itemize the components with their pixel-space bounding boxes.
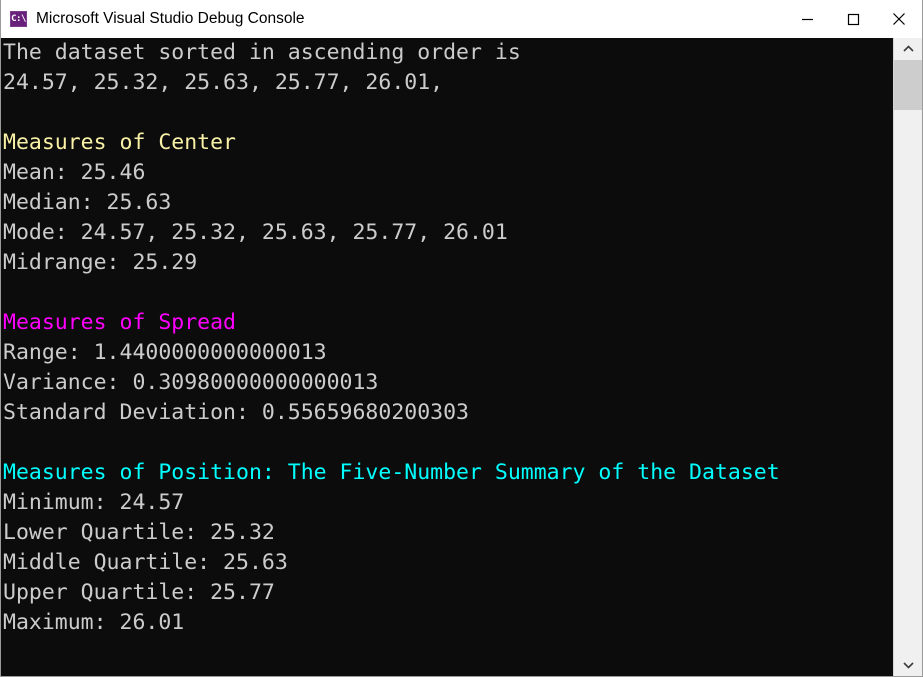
console-window: C:\ Microsoft Visual Studio Debug Consol… xyxy=(0,0,923,677)
scroll-up-button[interactable] xyxy=(894,38,922,60)
console-line: Midrange: 25.29 xyxy=(3,250,198,275)
close-button[interactable] xyxy=(876,0,922,38)
vertical-scrollbar[interactable] xyxy=(893,38,922,676)
console-line: Measures of Position: The Five-Number Su… xyxy=(3,460,780,485)
maximize-icon xyxy=(847,13,859,25)
console-line: Mean: 25.46 xyxy=(3,160,146,185)
console-line: Variance: 0.30980000000000013 xyxy=(3,370,379,395)
console-line: Range: 1.4400000000000013 xyxy=(3,340,327,365)
console-line: Maximum: 26.01 xyxy=(3,610,185,635)
window-controls xyxy=(784,0,922,38)
console-line: Standard Deviation: 0.55659680200303 xyxy=(3,400,469,425)
console-line: Minimum: 24.57 xyxy=(3,490,185,515)
chevron-down-icon xyxy=(902,662,914,669)
console-line: Middle Quartile: 25.63 xyxy=(3,550,288,575)
scroll-down-button[interactable] xyxy=(894,654,922,676)
console-line: 24.57, 25.32, 25.63, 25.77, 26.01, xyxy=(3,70,444,95)
console-app-icon: C:\ xyxy=(10,11,27,27)
console-line: Median: 25.63 xyxy=(3,190,172,215)
minimize-button[interactable] xyxy=(784,0,830,38)
console-line: Mode: 24.57, 25.32, 25.63, 25.77, 26.01 xyxy=(3,220,508,245)
console-app-icon-label: C:\ xyxy=(11,13,26,24)
scrollbar-thumb[interactable] xyxy=(894,60,922,110)
console-line: The dataset sorted in ascending order is xyxy=(3,40,521,65)
minimize-icon xyxy=(801,18,813,20)
maximize-button[interactable] xyxy=(830,0,876,38)
console-body: The dataset sorted in ascending order is… xyxy=(1,38,922,676)
chevron-up-icon xyxy=(902,45,914,52)
console-line: Measures of Center xyxy=(3,130,236,155)
title-bar-left: C:\ Microsoft Visual Studio Debug Consol… xyxy=(1,11,784,27)
console-line: Upper Quartile: 25.77 xyxy=(3,580,275,605)
title-bar[interactable]: C:\ Microsoft Visual Studio Debug Consol… xyxy=(1,0,922,38)
window-title: Microsoft Visual Studio Debug Console xyxy=(36,10,305,28)
scrollbar-track[interactable] xyxy=(894,60,922,654)
console-line: Lower Quartile: 25.32 xyxy=(3,520,275,545)
console-line: Measures of Spread xyxy=(3,310,236,335)
close-icon xyxy=(893,13,905,25)
console-output[interactable]: The dataset sorted in ascending order is… xyxy=(1,38,893,676)
